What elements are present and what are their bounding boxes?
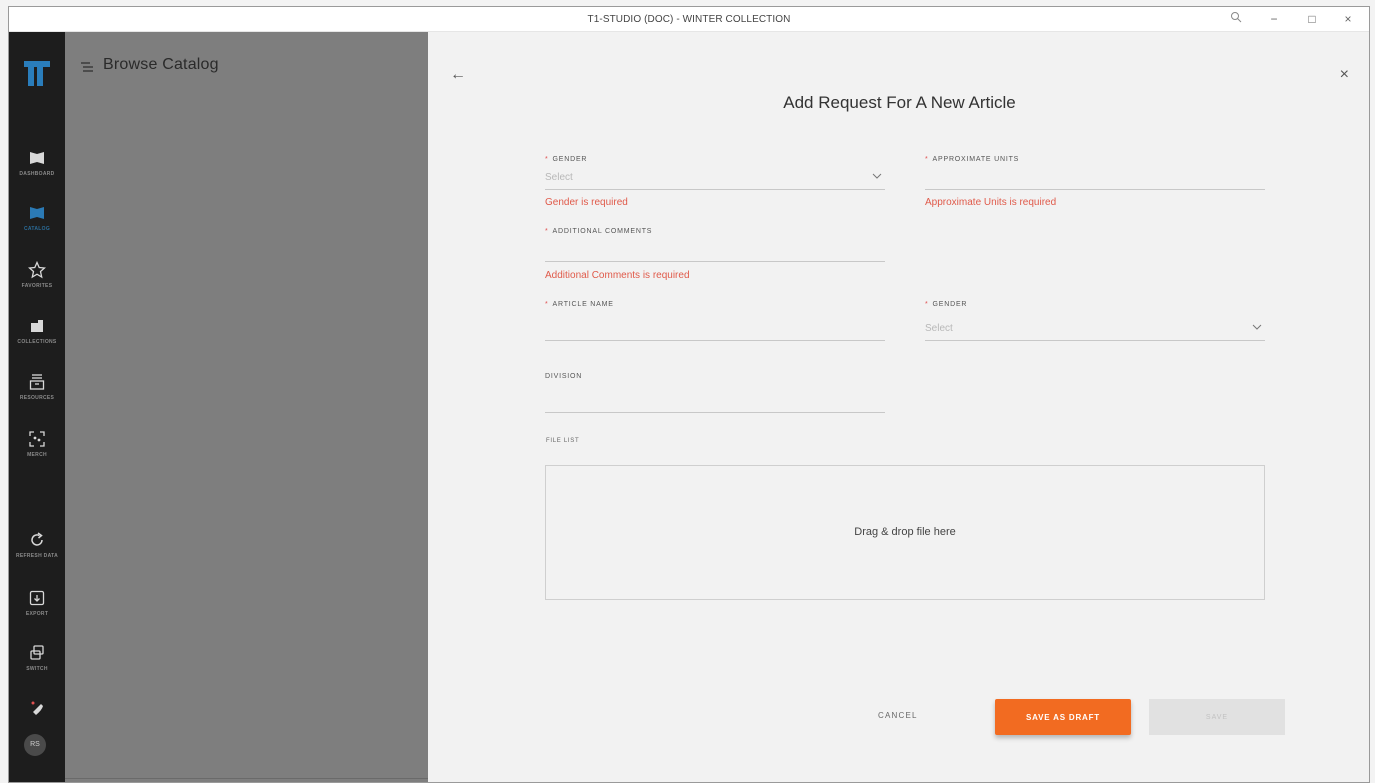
file-dropzone[interactable]: Drag & drop file here <box>545 465 1265 600</box>
field-label: ADDITIONAL COMMENTS <box>552 228 653 235</box>
new-article-request-dialog: ← × Add Request For A New Article * GENDE… <box>428 32 1369 782</box>
sidebar-item-label: DASHBOARD <box>19 171 55 177</box>
export-icon <box>29 590 45 606</box>
sidebar-item-label: SWITCH <box>26 666 48 672</box>
sidebar: DASHBOARD CATALOG FAVORITES COLLECTIONS … <box>9 32 65 782</box>
sidebar-item-label: COLLECTIONS <box>17 339 57 345</box>
refresh-icon <box>31 532 43 546</box>
browse-footer <box>65 778 428 782</box>
gender-field-2: * GENDER Select <box>925 301 1265 346</box>
error-message: Gender is required <box>545 197 628 208</box>
sidebar-item-export[interactable]: EXPORT <box>9 589 65 637</box>
gender-select-2[interactable]: Select <box>925 319 1265 341</box>
article-name-input[interactable] <box>545 319 885 341</box>
sidebar-item-catalog[interactable]: CATALOG <box>9 204 65 252</box>
required-mark: * <box>925 301 929 308</box>
select-placeholder: Select <box>925 323 953 334</box>
dashboard-icon <box>30 152 44 164</box>
merch-icon <box>29 431 45 447</box>
close-icon[interactable]: × <box>1340 66 1349 84</box>
select-placeholder: Select <box>545 172 573 183</box>
window-title: T1-STUDIO (DOC) - WINTER COLLECTION <box>587 14 791 25</box>
avatar[interactable]: RS <box>24 734 46 756</box>
search-icon[interactable] <box>1225 11 1247 27</box>
required-mark: * <box>545 228 549 235</box>
approximate-units-input[interactable] <box>925 168 1265 190</box>
chevron-down-icon <box>872 173 882 179</box>
chevron-down-icon <box>1252 324 1262 330</box>
resources-icon <box>29 374 45 390</box>
sidebar-item-label: EXPORT <box>25 611 49 617</box>
notification-bell[interactable] <box>9 700 65 722</box>
minimize-button[interactable]: − <box>1263 11 1285 27</box>
division-input[interactable] <box>545 391 885 413</box>
file-list-label: FILE LIST <box>546 438 580 444</box>
app-logo <box>24 61 50 86</box>
division-field: DIVISION <box>545 373 885 418</box>
save-as-draft-button[interactable]: SAVE AS DRAFT <box>995 699 1131 735</box>
article-name-field: * ARTICLE NAME <box>545 301 885 346</box>
title-bar: T1-STUDIO (DOC) - WINTER COLLECTION − □ … <box>9 7 1369 32</box>
error-message: Approximate Units is required <box>925 197 1057 208</box>
switch-icon <box>30 645 44 660</box>
browse-catalog-pane: Browse Catalog <box>65 32 428 782</box>
sidebar-item-label: CATALOG <box>23 226 51 232</box>
catalog-icon <box>30 207 44 219</box>
page-title: Browse Catalog <box>103 56 219 73</box>
cancel-button[interactable]: CANCEL <box>878 711 918 720</box>
required-mark: * <box>925 156 929 163</box>
required-mark: * <box>545 156 549 163</box>
sidebar-item-dashboard[interactable]: DASHBOARD <box>9 149 65 197</box>
dropzone-text: Drag & drop file here <box>854 526 956 538</box>
additional-comments-field: * ADDITIONAL COMMENTS Additional Comments… <box>545 228 885 288</box>
sidebar-item-collections[interactable]: COLLECTIONS <box>9 317 65 365</box>
close-window-button[interactable]: × <box>1337 11 1359 27</box>
star-icon <box>28 261 46 279</box>
sidebar-item-resources[interactable]: RESOURCES <box>9 373 65 421</box>
required-mark: * <box>545 301 549 308</box>
gender-field: * GENDER Select Gender is required <box>545 156 885 216</box>
additional-comments-input[interactable] <box>545 240 885 262</box>
field-label: APPROXIMATE UNITS <box>932 156 1020 163</box>
field-label: GENDER <box>552 156 588 163</box>
field-label: DIVISION <box>545 373 583 380</box>
bell-icon <box>31 701 43 715</box>
sidebar-item-favorites[interactable]: FAVORITES <box>9 261 65 309</box>
maximize-button[interactable]: □ <box>1301 11 1323 27</box>
save-button[interactable]: SAVE <box>1149 699 1285 735</box>
error-message: Additional Comments is required <box>545 270 690 281</box>
collections-icon <box>31 320 43 332</box>
sidebar-item-label: FAVORITES <box>21 283 53 289</box>
sidebar-item-label: REFRESH DATA <box>15 553 59 559</box>
sidebar-item-merch[interactable]: MERCH <box>9 430 65 478</box>
field-label: GENDER <box>932 301 968 308</box>
gender-select[interactable]: Select <box>545 168 885 190</box>
back-arrow-icon[interactable]: ← <box>450 66 466 84</box>
sidebar-item-label: MERCH <box>27 452 47 458</box>
dialog-title: Add Request For A New Article <box>783 93 1016 112</box>
app-window: T1-STUDIO (DOC) - WINTER COLLECTION − □ … <box>8 6 1370 783</box>
sidebar-item-refresh-data[interactable]: REFRESH DATA <box>9 531 65 579</box>
approximate-units-field: * APPROXIMATE UNITS Approximate Units is … <box>925 156 1265 216</box>
sidebar-item-switch[interactable]: SWITCH <box>9 644 65 692</box>
sidebar-item-label: RESOURCES <box>19 395 55 401</box>
menu-icon[interactable] <box>80 61 94 73</box>
field-label: ARTICLE NAME <box>552 301 614 308</box>
